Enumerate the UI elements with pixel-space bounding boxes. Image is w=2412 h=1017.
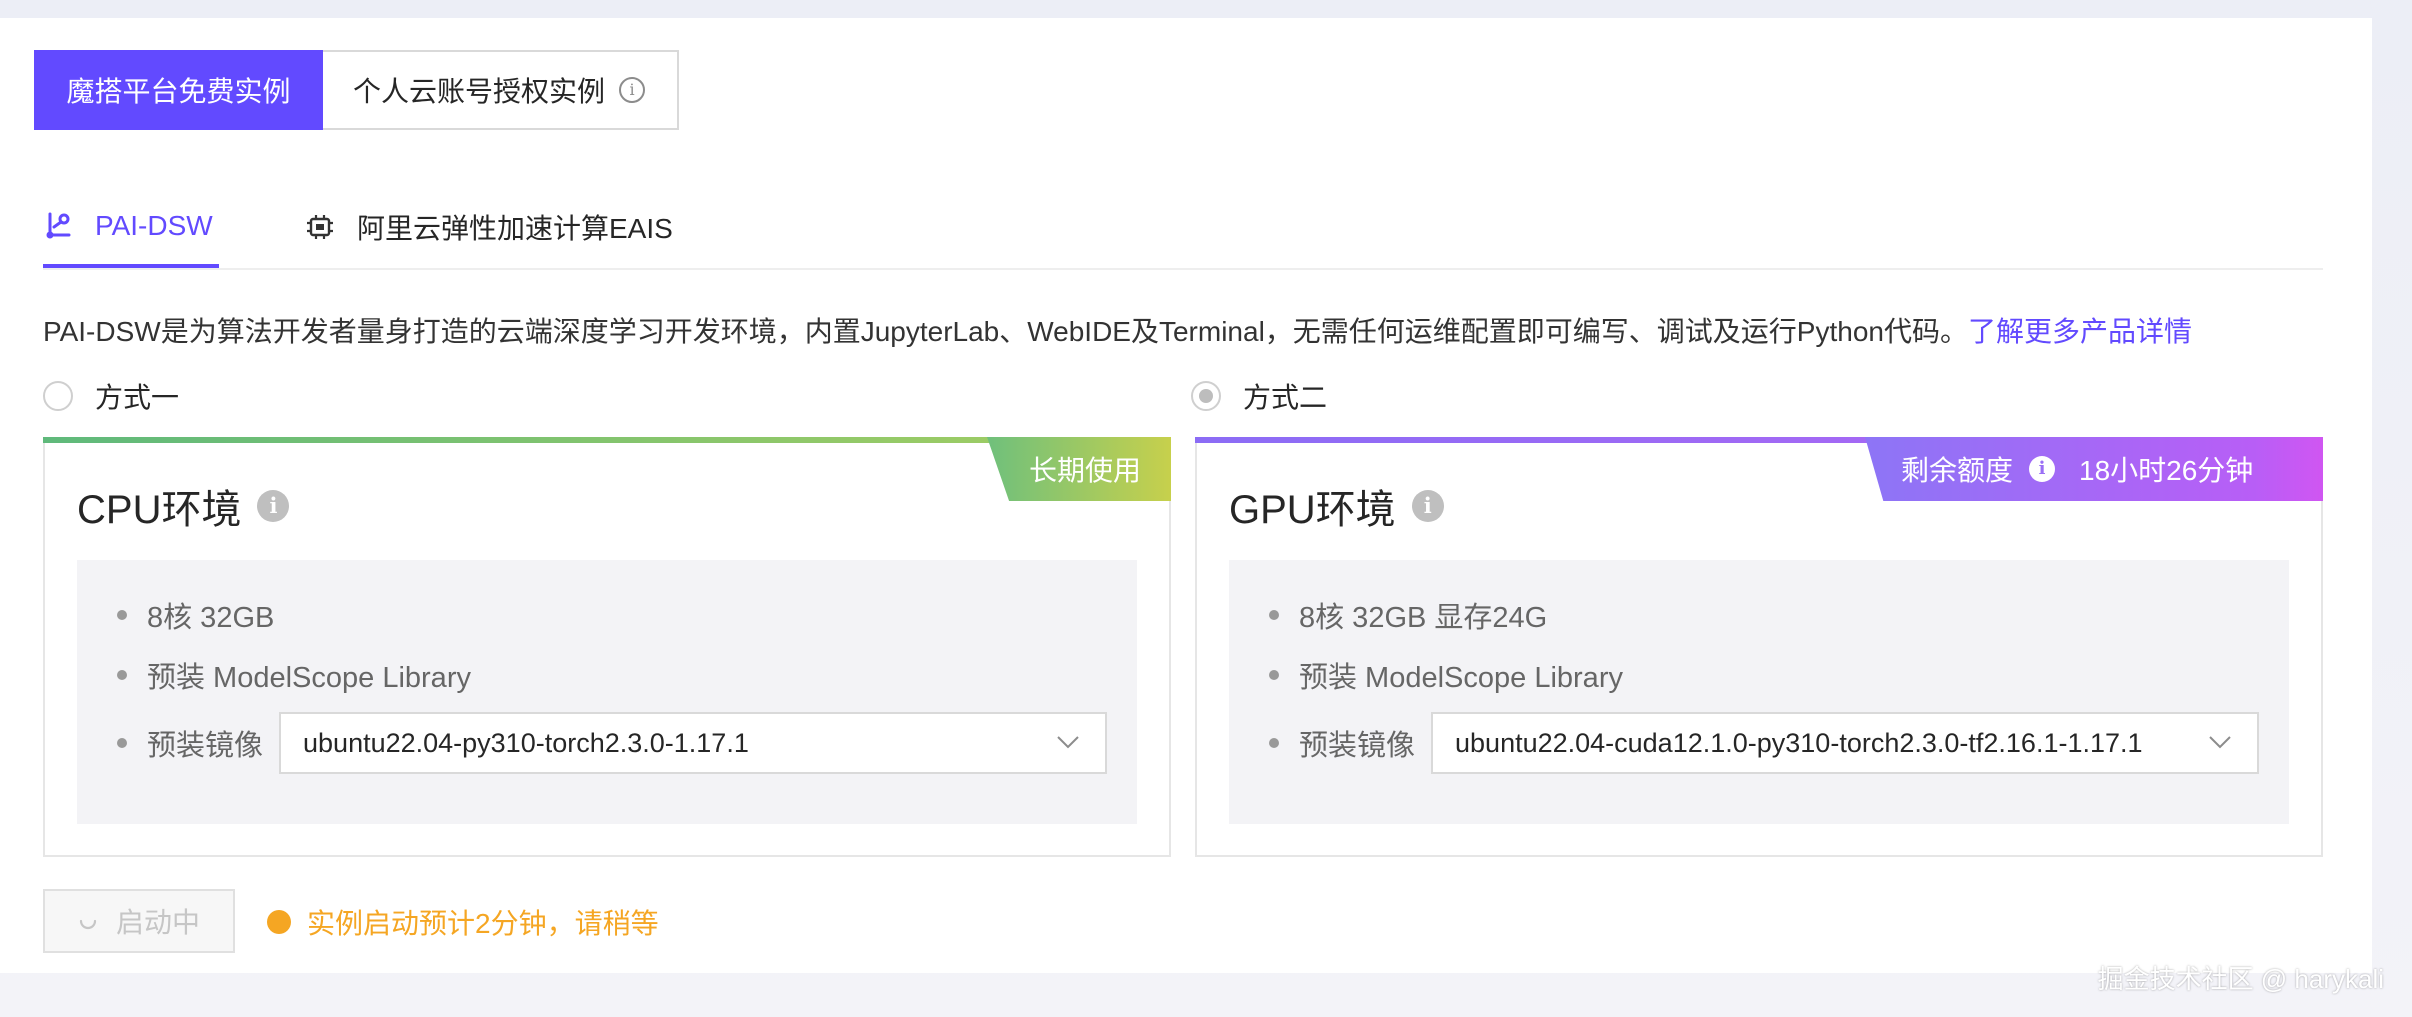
gpu-spec-panel: 8核 32GB 显存24G 预装 ModelScope Library 预装镜像… — [1229, 560, 2289, 824]
starting-button[interactable]: 启动中 — [43, 889, 235, 953]
info-icon[interactable]: i — [619, 77, 646, 103]
info-icon[interactable]: i — [2029, 456, 2056, 482]
bullet-icon — [117, 738, 127, 748]
description-text: PAI-DSW是为算法开发者量身打造的云端深度学习开发环境，内置JupyterL… — [43, 316, 1968, 347]
tab-pai-dsw-label: PAI-DSW — [95, 210, 213, 241]
tab-pai-dsw[interactable]: PAI-DSW — [43, 188, 219, 268]
remaining-quota-value: 18小时26分钟 — [2079, 455, 2254, 486]
radio-checked[interactable] — [1191, 381, 1221, 411]
tab-free-instance[interactable]: 魔搭平台免费实例 — [34, 50, 323, 130]
status-dot-icon — [267, 910, 291, 934]
spec-item: 8核 32GB — [117, 594, 274, 636]
gpu-image-value: ubuntu22.04-cuda12.1.0-py310-torch2.3.0-… — [1455, 727, 2143, 758]
chevron-down-icon — [2209, 736, 2231, 749]
starting-button-label: 启动中 — [115, 907, 200, 938]
cpu-card-title: CPU环境 i — [77, 477, 290, 535]
cpu-spec-panel: 8核 32GB 预装 ModelScope Library 预装镜像 ubunt… — [77, 560, 1137, 824]
tab-eais-label: 阿里云弹性加速计算EAIS — [357, 213, 673, 244]
spec-item: 预装 ModelScope Library — [1269, 654, 1623, 696]
tab-personal-cloud[interactable]: 个人云账号授权实例 i — [323, 50, 679, 130]
long-term-label: 长期使用 — [1028, 455, 1141, 486]
instance-type-tabs: 魔搭平台免费实例 个人云账号授权实例 i — [34, 50, 679, 130]
image-label: 预装镜像 — [147, 730, 264, 762]
spec-library: 预装 ModelScope Library — [1299, 662, 1623, 694]
gpu-card-title: GPU环境 i — [1229, 477, 1444, 535]
spec-item: 预装镜像 ubuntu22.04-py310-torch2.3.0-1.17.1 — [117, 712, 1108, 774]
info-icon[interactable]: i — [257, 490, 290, 522]
bullet-icon — [1269, 670, 1279, 680]
option2-radio[interactable]: 方式二 — [1191, 376, 1327, 416]
startup-status: 实例启动预计2分钟，请稍等 — [267, 902, 659, 942]
product-description: PAI-DSW是为算法开发者量身打造的云端深度学习开发环境，内置JupyterL… — [43, 310, 2192, 350]
long-term-badge: 长期使用 — [987, 437, 1171, 501]
radio-unchecked[interactable] — [43, 381, 73, 411]
spec-cores: 8核 32GB — [147, 602, 275, 634]
option2-label: 方式二 — [1243, 382, 1328, 413]
remaining-quota-label: 剩余额度 — [1901, 455, 2014, 486]
option1-label: 方式一 — [95, 382, 180, 413]
gpu-title-text: GPU环境 — [1229, 488, 1396, 532]
option1-radio[interactable]: 方式一 — [43, 376, 179, 416]
cpu-image-select[interactable]: ubuntu22.04-py310-torch2.3.0-1.17.1 — [279, 712, 1108, 774]
cpu-environment-card[interactable]: 长期使用 CPU环境 i 8核 32GB 预装 ModelScope Libra… — [43, 437, 1171, 857]
chip-icon — [307, 215, 333, 239]
bullet-icon — [117, 670, 127, 680]
gpu-environment-card[interactable]: 剩余额度 i 18小时26分钟 GPU环境 i 8核 32GB 显存24G 预装… — [1195, 437, 2323, 857]
chevron-down-icon — [1057, 736, 1079, 749]
tab-eais[interactable]: 阿里云弹性加速计算EAIS — [305, 188, 673, 266]
spec-library: 预装 ModelScope Library — [147, 662, 471, 694]
loading-spinner-icon — [79, 919, 97, 930]
cpu-image-value: ubuntu22.04-py310-torch2.3.0-1.17.1 — [303, 727, 749, 758]
learn-more-link[interactable]: 了解更多产品详情 — [1968, 316, 2192, 347]
spec-item: 预装镜像 ubuntu22.04-cuda12.1.0-py310-torch2… — [1269, 712, 2260, 774]
platform-tabs: PAI-DSW 阿里云弹性加速计算EAIS — [43, 188, 2323, 270]
page-panel: 魔搭平台免费实例 个人云账号授权实例 i PAI-DSW 阿里云弹性加速计算EA… — [0, 18, 2372, 973]
spec-item: 预装 ModelScope Library — [117, 654, 471, 696]
watermark: 掘金技术社区 @ harykali — [2097, 964, 2384, 994]
bullet-icon — [117, 610, 127, 620]
image-label: 预装镜像 — [1299, 730, 1416, 762]
info-icon[interactable]: i — [1411, 490, 1444, 522]
startup-status-text: 实例启动预计2分钟，请稍等 — [307, 908, 659, 939]
cpu-title-text: CPU环境 — [77, 488, 242, 532]
tab-free-instance-label: 魔搭平台免费实例 — [66, 76, 291, 107]
bullet-icon — [1269, 610, 1279, 620]
spec-item: 8核 32GB 显存24G — [1269, 594, 1547, 636]
flow-chart-icon — [46, 212, 71, 239]
spec-cores: 8核 32GB 显存24G — [1299, 602, 1548, 634]
bullet-icon — [1269, 738, 1279, 748]
gpu-image-select[interactable]: ubuntu22.04-cuda12.1.0-py310-torch2.3.0-… — [1431, 712, 2260, 774]
remaining-quota-badge: 剩余额度 i 18小时26分钟 — [1865, 437, 2323, 501]
tab-personal-cloud-label: 个人云账号授权实例 — [353, 76, 606, 107]
